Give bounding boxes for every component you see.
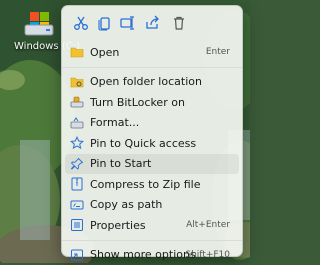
folder-icon xyxy=(70,45,84,59)
bitlocker-icon xyxy=(70,95,84,109)
menu-item-label: Open folder location xyxy=(90,75,202,88)
delete-button[interactable] xyxy=(168,14,190,36)
star-icon xyxy=(70,136,84,150)
menu-item-label: Open xyxy=(90,46,119,59)
trash-icon xyxy=(171,15,187,35)
hard-drive-icon xyxy=(22,6,56,40)
menu-item-pin-to-start[interactable]: Pin to Start xyxy=(65,154,239,175)
menu-item-label: Turn BitLocker on xyxy=(90,96,185,109)
menu-item-label: Copy as path xyxy=(90,198,162,211)
folder-location-icon xyxy=(70,75,84,89)
menu-item-label: Show more options xyxy=(90,248,196,261)
menu-item-label: Format... xyxy=(90,116,139,129)
menu-item-pin-to-quick-access[interactable]: Pin to Quick access xyxy=(62,133,242,154)
cut-button[interactable] xyxy=(70,14,92,36)
pin-icon xyxy=(70,157,84,171)
menu-item-compress-to-zip[interactable]: Compress to Zip file xyxy=(62,174,242,195)
quick-actions-bar xyxy=(62,12,202,38)
more-options-icon xyxy=(70,248,84,262)
copy-path-icon xyxy=(70,198,84,212)
copy-button[interactable] xyxy=(93,14,115,36)
menu-separator xyxy=(62,67,242,68)
context-menu: Open Enter Open folder location Turn Bit… xyxy=(61,5,243,257)
desktop-drive-c[interactable]: Windows (C:) xyxy=(14,6,66,58)
menu-item-show-more-options[interactable]: Show more options Shift+F10 xyxy=(62,245,242,265)
menu-item-shortcut: Alt+Enter xyxy=(186,220,230,230)
menu-separator xyxy=(62,240,242,241)
menu-item-label: Properties xyxy=(90,219,146,232)
menu-item-properties[interactable]: Properties Alt+Enter xyxy=(62,215,242,236)
menu-item-copy-as-path[interactable]: Copy as path xyxy=(62,195,242,216)
menu-item-open-folder-location[interactable]: Open folder location xyxy=(62,72,242,93)
menu-item-label: Compress to Zip file xyxy=(90,178,200,191)
rename-icon xyxy=(119,15,135,35)
zip-icon xyxy=(70,177,84,191)
menu-item-label: Pin to Quick access xyxy=(90,137,196,150)
format-drive-icon xyxy=(70,116,84,130)
menu-item-open[interactable]: Open Enter xyxy=(62,42,242,63)
share-icon xyxy=(144,15,160,35)
menu-item-label: Pin to Start xyxy=(90,157,151,170)
rename-button[interactable] xyxy=(116,14,138,36)
menu-item-shortcut: Enter xyxy=(206,47,230,57)
menu-item-shortcut: Shift+F10 xyxy=(185,250,230,260)
menu-item-format[interactable]: Format... xyxy=(62,113,242,134)
share-button[interactable] xyxy=(141,14,163,36)
properties-icon xyxy=(70,218,84,232)
scissors-icon xyxy=(73,15,89,35)
menu-item-turn-bitlocker-on[interactable]: Turn BitLocker on xyxy=(62,92,242,113)
copy-icon xyxy=(96,15,112,35)
